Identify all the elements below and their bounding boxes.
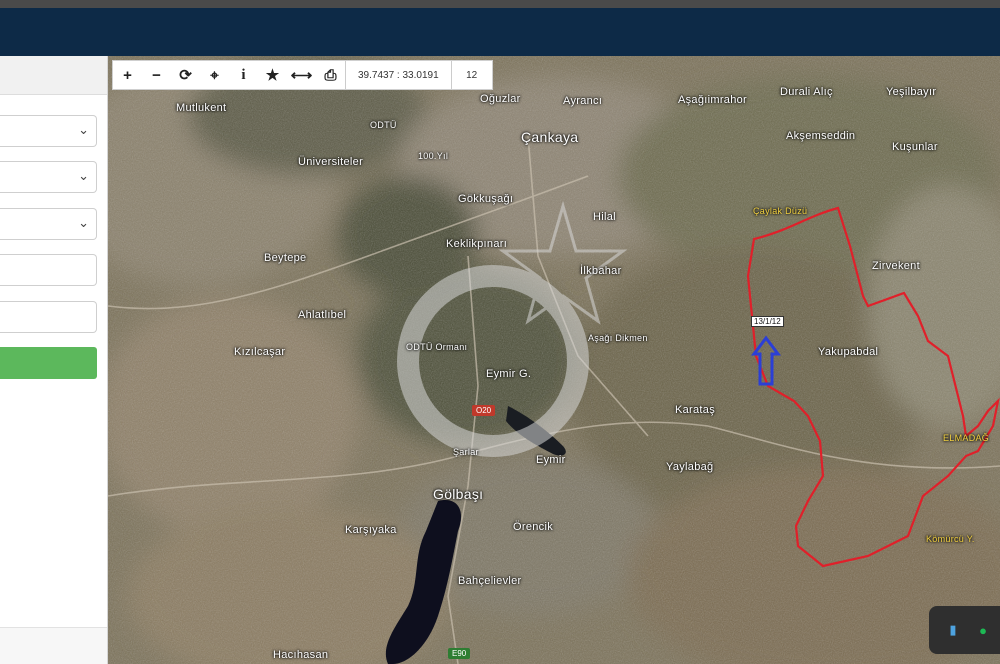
- label-gokkusagi: Gökkuşağı: [458, 193, 514, 205]
- label-keklikpinari: Keklikpınarı: [446, 238, 508, 250]
- refresh-icon[interactable]: ⟳: [171, 61, 200, 89]
- label-karatas: Karataş: [675, 404, 716, 416]
- label-odtu-ormani: ODTÜ Ormanı: [406, 342, 468, 352]
- label-asagiimrahor: Aşağıimrahor: [678, 94, 748, 106]
- label-ilkbahar: İlkbahar: [580, 265, 622, 277]
- parcel-label[interactable]: 13/1/12: [751, 316, 784, 327]
- label-hilal: Hilal: [593, 211, 616, 223]
- parcel-number-input[interactable]: [0, 301, 97, 333]
- label-bahcelievler: Bahçelievler: [458, 575, 522, 587]
- locate-icon[interactable]: ⌖: [200, 61, 229, 89]
- label-caylak-duzu: Çaylak Düzü: [753, 206, 808, 216]
- chevron-down-icon: ⌄: [78, 215, 89, 230]
- label-ayranci: Ayrancı: [563, 95, 603, 107]
- print-icon[interactable]: ⎙: [316, 61, 345, 89]
- measure-icon[interactable]: ⟷: [287, 61, 316, 89]
- neighborhood-select[interactable]: ⌄: [0, 208, 97, 240]
- label-odtu: ODTÜ: [370, 120, 397, 130]
- sidebar-footer: [0, 627, 107, 664]
- label-hacihasan: Hacıhasan: [273, 649, 329, 661]
- query-button[interactable]: [0, 347, 97, 379]
- province-select[interactable]: ⌄: [0, 115, 97, 147]
- chevron-down-icon: ⌄: [78, 168, 89, 183]
- label-universiteler: Üniversiteler: [298, 156, 364, 168]
- label-kizilcasar: Kızılcaşar: [234, 346, 286, 358]
- label-mutlukent: Mutlukent: [176, 102, 227, 114]
- label-eymir: Eymir: [536, 454, 566, 466]
- map-view[interactable]: Mutlukent ODTÜ Üniversiteler 100.Yıl Oğu…: [108, 56, 1000, 664]
- label-orencik: Örencik: [513, 521, 553, 533]
- district-select[interactable]: ⌄: [0, 161, 97, 193]
- spotify-icon[interactable]: ●: [973, 620, 993, 640]
- favorite-star-icon[interactable]: ★: [258, 61, 287, 89]
- label-aksemseddin: Akşemseddin: [786, 130, 856, 142]
- zoom-level: 12: [450, 61, 492, 89]
- app-header: [0, 8, 1000, 56]
- label-zirvekent: Zirvekent: [872, 260, 920, 272]
- label-yaylabag: Yaylabağ: [666, 461, 714, 473]
- label-elmadag: ELMADAĞ: [943, 433, 990, 443]
- info-icon[interactable]: i: [229, 61, 258, 89]
- floating-app-widget: ▮ ●: [929, 606, 1000, 654]
- browser-top-strip: [0, 0, 1000, 8]
- block-number-input[interactable]: [0, 254, 97, 286]
- label-yesilbayir: Yeşilbayır: [886, 86, 937, 98]
- book-app-icon[interactable]: ▮: [943, 620, 963, 640]
- label-durali-alic: Durali Alıç: [780, 86, 833, 98]
- zoom-out-icon[interactable]: −: [142, 61, 171, 89]
- sidebar-header: [0, 56, 107, 95]
- label-karsiyaka: Karşıyaka: [345, 524, 397, 536]
- label-yakupabdal: Yakupabdal: [818, 346, 879, 358]
- label-eymir-golu: Eymir G.: [486, 368, 532, 380]
- label-golbasi: Gölbaşı: [433, 486, 484, 502]
- label-asagi-dikmen: Aşağı Dikmen: [588, 333, 648, 343]
- label-oguzlar: Oğuzlar: [480, 93, 521, 105]
- sidebar-panel: ⌄ ⌄ ⌄: [0, 56, 108, 664]
- chevron-down-icon: ⌄: [78, 122, 89, 137]
- label-sarlar: Şarlar: [453, 447, 479, 457]
- map-toolbar: + − ⟳ ⌖ i ★ ⟷ ⎙ 39.7437 : 33.0191 12: [112, 60, 493, 90]
- coordinate-readout: 39.7437 : 33.0191: [345, 61, 451, 89]
- satellite-map: [108, 56, 1000, 664]
- label-100-yil: 100.Yıl: [418, 151, 449, 161]
- road-badge-o20: O20: [472, 405, 496, 416]
- road-badge-e90: E90: [448, 648, 471, 659]
- zoom-in-icon[interactable]: +: [113, 61, 142, 89]
- label-ahlatlibel: Ahlatlıbel: [298, 309, 347, 321]
- label-cankaya: Çankaya: [521, 129, 579, 145]
- label-komurcu: Kömürcü Y.: [926, 534, 975, 544]
- label-beytepe: Beytepe: [264, 252, 307, 264]
- label-kusunlar: Kuşunlar: [892, 141, 938, 153]
